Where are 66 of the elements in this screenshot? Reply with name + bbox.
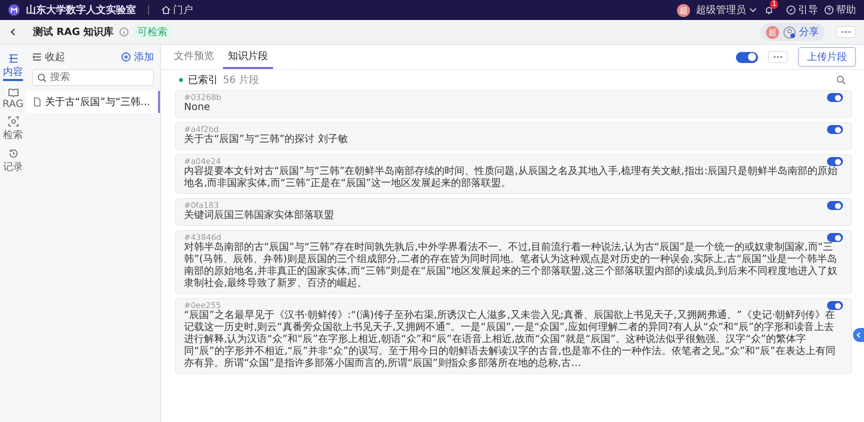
- help-icon: [824, 5, 834, 15]
- chevron-left-icon: [854, 331, 862, 339]
- list-icon: [8, 53, 18, 64]
- toggle-switch[interactable]: [736, 52, 758, 62]
- chunk-id: #0fa183: [184, 201, 219, 210]
- toggle-switch[interactable]: [827, 201, 843, 210]
- rail-item[interactable]: 内容: [3, 53, 23, 81]
- chevron-down-icon: [748, 5, 758, 15]
- expand-panel-button[interactable]: [853, 328, 864, 342]
- back-button[interactable]: [8, 27, 18, 37]
- chunk-id: #43846d: [184, 233, 222, 242]
- chunk-text: 对韩半岛南部的古“辰国”与“三韩”存在时间孰先孰后,中外学界看法不一。不过,目前流行着一种说法,认为古“辰国”是一个统一的或奴隶制国家,而“三韩”(马韩、辰韩、弁韩)则是辰国的三个组成部分,二者的存在皆为同时同地。笔者认为这种观点是对历史的一种误会,实际上,古“辰国”业是一个韩半岛南部的原始地名,并非真正的国家实体,而“三韩”则是在“辰国”地区发展起来的三个部落联盟,这三个部落联盟内部的读成员,到后来不同程度地进入了奴隶制社会,最终导致了新罗、百济的崛起。: [184, 242, 838, 290]
- owner-avatar: 超: [766, 26, 779, 38]
- tab[interactable]: 文件预览: [169, 45, 219, 69]
- help-link[interactable]: 帮助: [824, 3, 856, 17]
- chunk-count: 56 片段: [223, 74, 259, 87]
- chunk-text: None: [184, 102, 212, 114]
- plus-circle-icon: [121, 52, 131, 62]
- toggle-switch[interactable]: [827, 125, 843, 134]
- share-button[interactable]: 分享: [783, 25, 819, 39]
- more-button[interactable]: [768, 51, 788, 63]
- rail-item[interactable]: 检索: [3, 116, 23, 142]
- collapse-button[interactable]: 收起: [32, 50, 65, 64]
- history-icon: [8, 148, 18, 159]
- toggle-switch[interactable]: [827, 301, 843, 310]
- scan-search-icon: [8, 116, 18, 127]
- search-field[interactable]: 搜索: [32, 69, 154, 86]
- user-menu[interactable]: 超级管理员: [696, 3, 758, 17]
- chunk-id: #0ee255: [184, 301, 221, 310]
- file-item[interactable]: 关于古“辰国”与“三韩...: [26, 91, 160, 113]
- info-icon[interactable]: [118, 27, 129, 37]
- person-share-icon: [783, 26, 796, 38]
- chunk-id: #a04e24: [184, 157, 221, 166]
- upload-button[interactable]: 上传片段: [798, 47, 856, 67]
- chunk-text: 内容提要本文针对古“辰国”与“三韩”在朝鲜半岛南部存续的时间、性质问题,从辰国之名及其地入手,梳理有关文献,指出:辰国只是朝鲜半岛南部的原始地名,而非国家实体,而“三韩”正是在“辰国”这一地区发展起来的部落联盟。: [184, 166, 839, 190]
- chunk-text: 关键词辰国三韩国家实体部落联盟: [184, 210, 335, 222]
- guide-link[interactable]: 引导: [786, 3, 818, 17]
- org-name: 山东大学数字人文实验室: [26, 3, 136, 17]
- collapse-icon: [32, 52, 42, 62]
- compass-icon: [786, 5, 796, 15]
- search-icon: [37, 73, 47, 83]
- more-icon: [841, 30, 851, 34]
- more-button[interactable]: [836, 26, 856, 38]
- chunk-id: #a4f2bd: [184, 125, 219, 134]
- rail-item[interactable]: RAG: [2, 87, 24, 110]
- bell-icon[interactable]: [764, 5, 774, 15]
- index-status: 已索引: [188, 74, 218, 87]
- tab[interactable]: 知识片段: [223, 45, 273, 69]
- chunk-text: 关于古“辰国”与“三韩”的探讨 刘子敏: [184, 134, 349, 146]
- toggle-switch[interactable]: [827, 157, 843, 166]
- portal-link[interactable]: 门户: [161, 3, 193, 17]
- chunk-text: “辰国”之名最早见于《汉书·朝鲜传》:“(满)传子至孙右渠,所诱汉亡人滋多,又未尝入见;真番、辰国欲上书见天子,又拥阏弗通。”《史记·朝鲜列传》在记载这一历史时,则云“真番旁众国欲上书见天子,又拥阏不通”。一是“辰国”,一是“众国”,应如何理解二者的异同?有人从“众”和“辰”的字形和读音上去进行解释,认为汉语“众”和“辰”在字形上相近,朝语“众”和“辰”在语音上相近,故而“众国”就是“辰国”。这种说法似乎很勉强。汉字“众”的繁体字同“辰”的字形并不相近,“辰”并非“众”的误写。至于用今日的朝鲜语去解读汉字的古音,也是靠不住的一种作法。依笔者之见,“众”和“辰”在表达上有同亦有异。所谓“众国”是指许多部落小国而言的,所谓“辰国”则指众多部落所在地的总称,古…: [184, 310, 836, 370]
- add-button[interactable]: 添加: [121, 50, 154, 64]
- knowledge-base-title: 测试 RAG 知识库: [33, 25, 114, 39]
- document-icon: [32, 97, 42, 107]
- book-icon: [8, 87, 18, 98]
- home-icon: [161, 5, 171, 15]
- file-name: 关于古“辰国”与“三韩...: [45, 96, 150, 109]
- chunk-id: #03268b: [184, 93, 222, 102]
- more-icon: [773, 55, 783, 59]
- logo-icon: [8, 4, 20, 16]
- toggle-switch[interactable]: [827, 93, 843, 102]
- search-icon[interactable]: [836, 75, 846, 85]
- rail-item[interactable]: 记录: [3, 148, 23, 174]
- toggle-switch[interactable]: [827, 233, 843, 242]
- status-tag: 可检索: [134, 24, 172, 40]
